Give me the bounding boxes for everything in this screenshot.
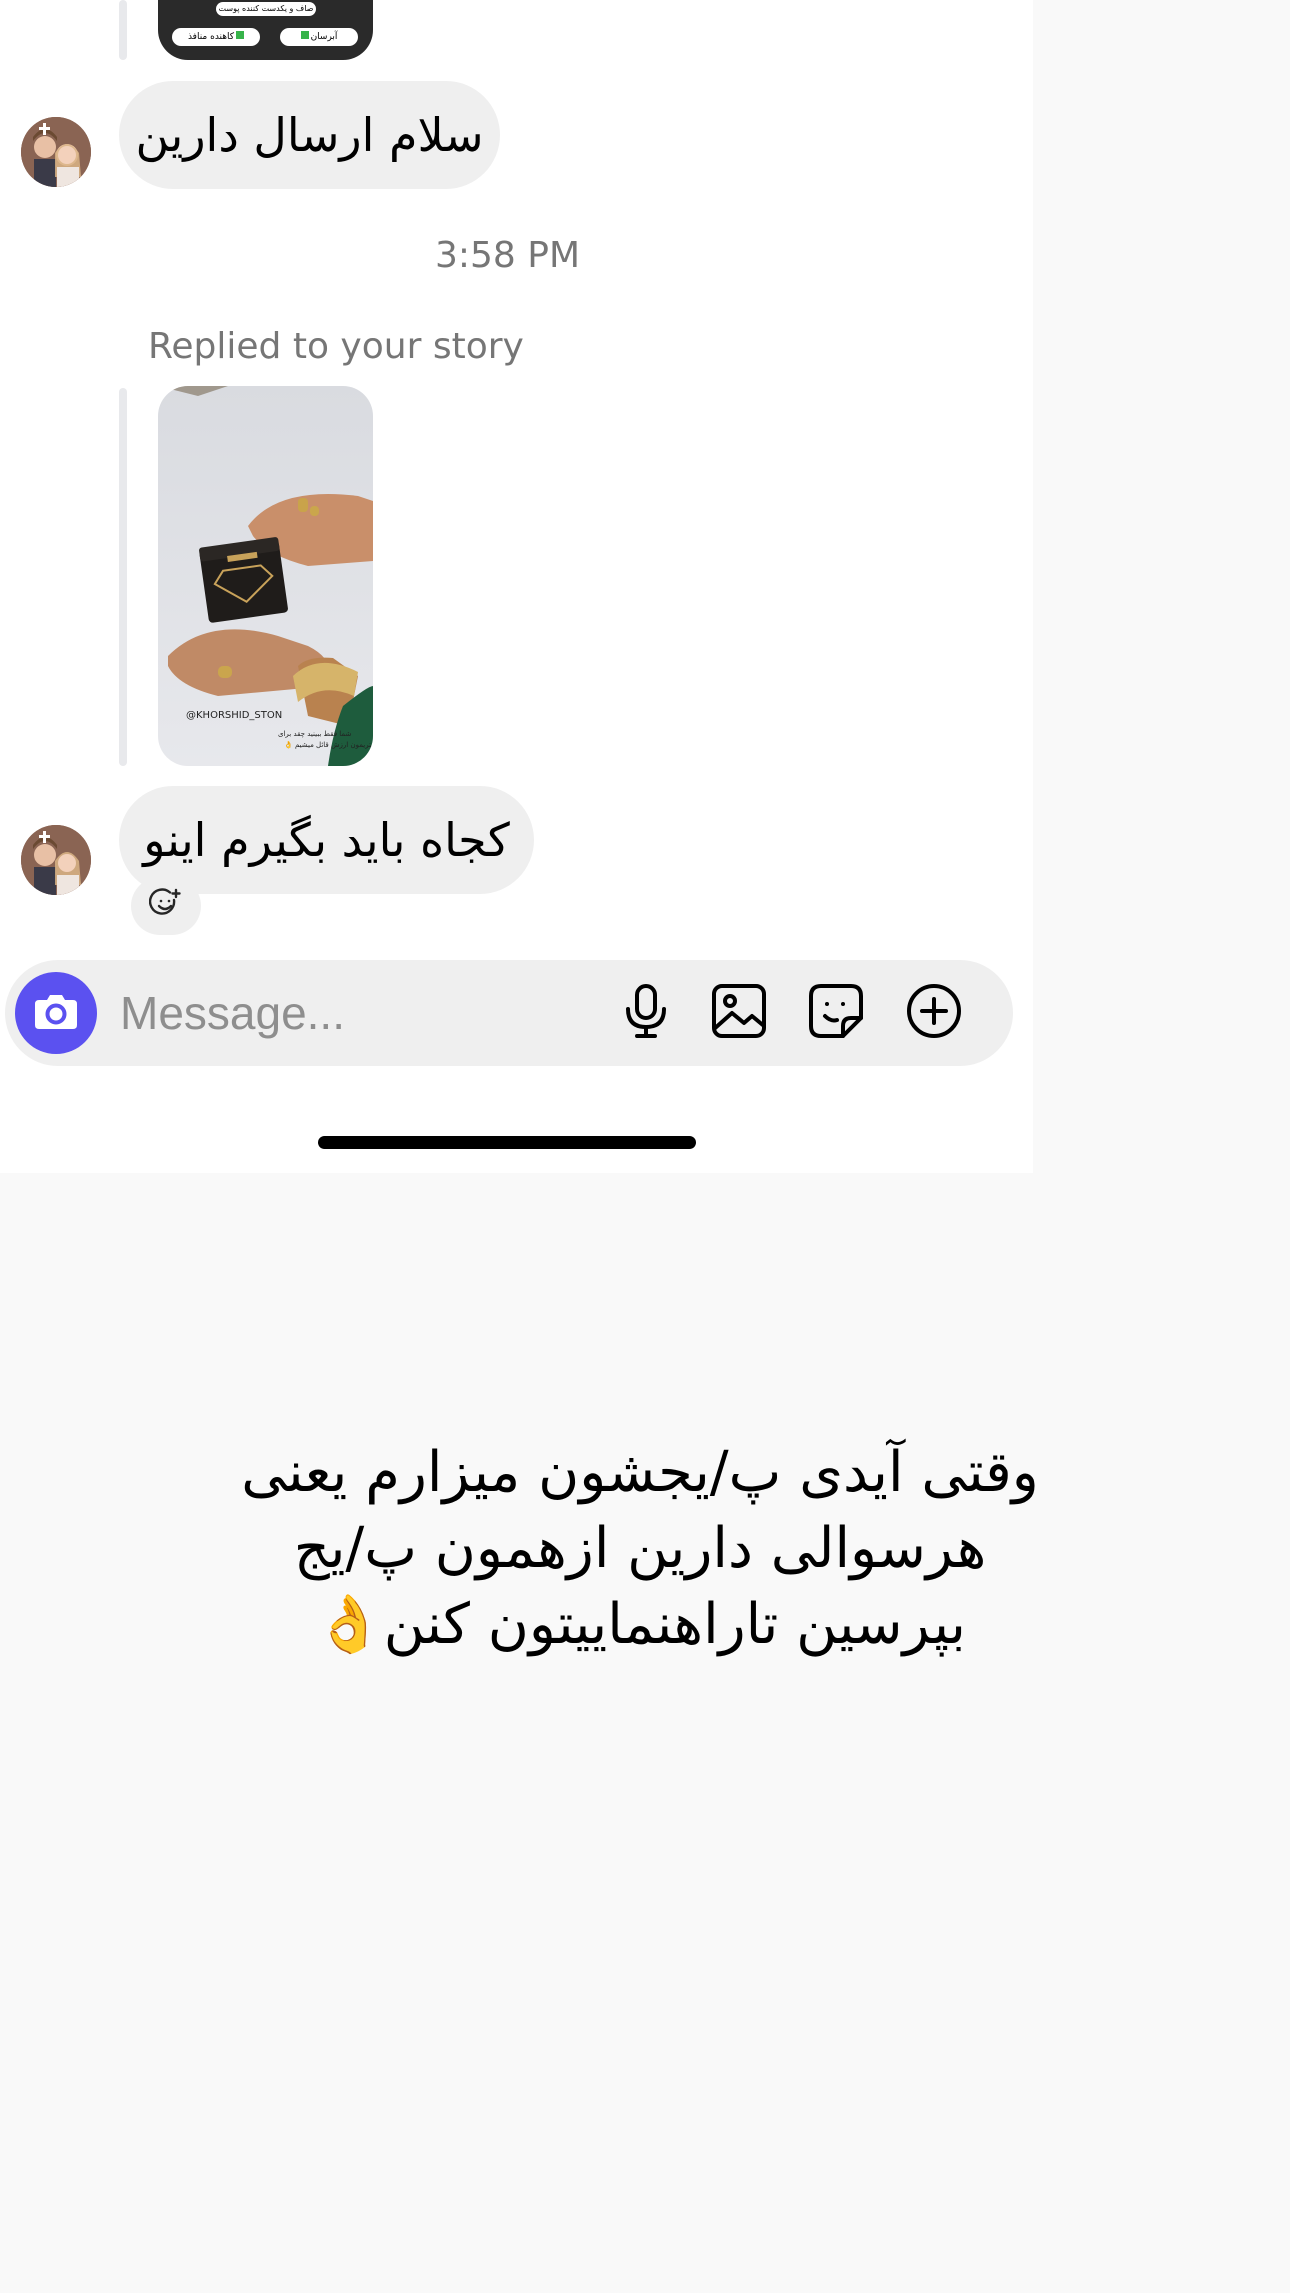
reply-bar [119,0,127,60]
add-reaction-button[interactable] [131,877,201,935]
story-thumbnail-top[interactable]: صاف و یکدست کننده پوست کاهنده منافذ آبرس… [158,0,373,60]
sticker-button[interactable] [805,982,867,1044]
message-bubble[interactable]: سلام ارسال دارین [119,81,500,189]
story-thumbnail[interactable]: @KHORSHID_STON شما فقط ببینید چقد برای م… [158,386,373,766]
plus-icon [905,982,963,1044]
sticker-icon [807,982,865,1044]
gallery-button[interactable] [708,982,770,1044]
microphone-icon [623,983,669,1043]
svg-text:مشتریمون ارزش قائل میشیم 👌: مشتریمون ارزش قائل میشیم 👌 [284,740,373,749]
chat-screen: صاف و یکدست کننده پوست کاهنده منافذ آبرس… [0,0,1033,1173]
camera-icon [33,991,79,1035]
home-indicator [318,1136,696,1149]
story-chip: صاف و یکدست کننده پوست [216,2,316,16]
caption-line: بپرسین تاراهنماییتون کنن👌 [314,1592,966,1657]
message-input[interactable] [120,978,590,1048]
svg-text:@KHORSHID_STON: @KHORSHID_STON [186,710,282,721]
avatar[interactable] [21,117,91,187]
voice-message-button[interactable] [615,982,677,1044]
svg-text:شما فقط ببینید چقد برای: شما فقط ببینید چقد برای [278,730,351,738]
message-composer [5,960,1013,1066]
replied-to-story-label: Replied to your story [148,326,524,367]
story-chip: آبرسان [280,28,358,46]
reply-bar [119,388,127,766]
add-reaction-icon [148,887,183,925]
camera-button[interactable] [15,972,97,1054]
avatar[interactable] [21,825,91,895]
caption-line: هرسوالی دارین ازهمون پ/یج [293,1516,987,1581]
caption-line: وقتی آیدی پ/یجشون میزارم یعنی [241,1440,1039,1505]
story-chip: کاهنده منافذ [172,28,260,46]
gallery-icon [711,983,767,1043]
caption-text: وقتی آیدی پ/یجشون میزارم یعنی هرسوالی دا… [140,1435,1140,1663]
more-options-button[interactable] [903,982,965,1044]
timestamp: 3:58 PM [434,235,581,276]
